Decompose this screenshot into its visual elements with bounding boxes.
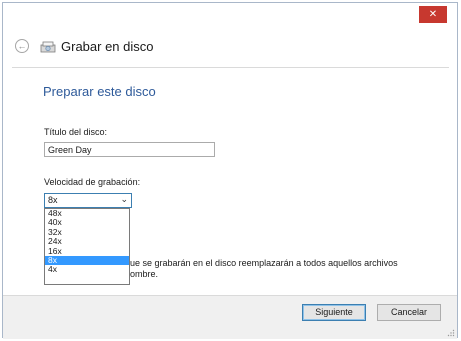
close-icon: ✕ xyxy=(428,9,438,20)
speed-option-selected[interactable]: 8x xyxy=(45,255,129,266)
resize-grip-icon[interactable] xyxy=(447,329,455,337)
back-button[interactable]: ← xyxy=(15,39,29,53)
burn-disc-icon xyxy=(40,41,56,53)
disc-title-input[interactable] xyxy=(44,142,215,157)
burn-speed-dropdown: 48x 40x 32x 24x 16x 8x 4x xyxy=(44,208,130,285)
next-button[interactable]: Siguiente xyxy=(302,304,366,321)
speed-option[interactable]: 16x xyxy=(45,246,129,256)
burn-speed-label: Velocidad de grabación: xyxy=(44,177,141,187)
disc-title-label: Título del disco: xyxy=(44,127,108,137)
chevron-down-icon: ⌄ xyxy=(120,194,128,204)
wizard-footer: Siguiente Cancelar xyxy=(3,295,457,339)
title-bar: ✕ xyxy=(3,3,457,25)
cancel-button[interactable]: Cancelar xyxy=(377,304,441,321)
close-button[interactable]: ✕ xyxy=(419,6,447,23)
burn-speed-select[interactable]: 8x ⌄ xyxy=(44,193,132,208)
wizard-header: ← Grabar en disco xyxy=(3,25,457,67)
wizard-content: Preparar este disco Título del disco: Ve… xyxy=(12,67,449,296)
wizard-title: Grabar en disco xyxy=(61,39,154,54)
page-heading: Preparar este disco xyxy=(43,84,156,99)
back-arrow-icon: ← xyxy=(17,41,27,51)
speed-option[interactable]: 4x xyxy=(45,264,129,274)
burn-speed-value: 8x xyxy=(48,195,58,205)
burn-disc-window: ✕ ← Grabar en disco Preparar este disco … xyxy=(2,2,458,339)
